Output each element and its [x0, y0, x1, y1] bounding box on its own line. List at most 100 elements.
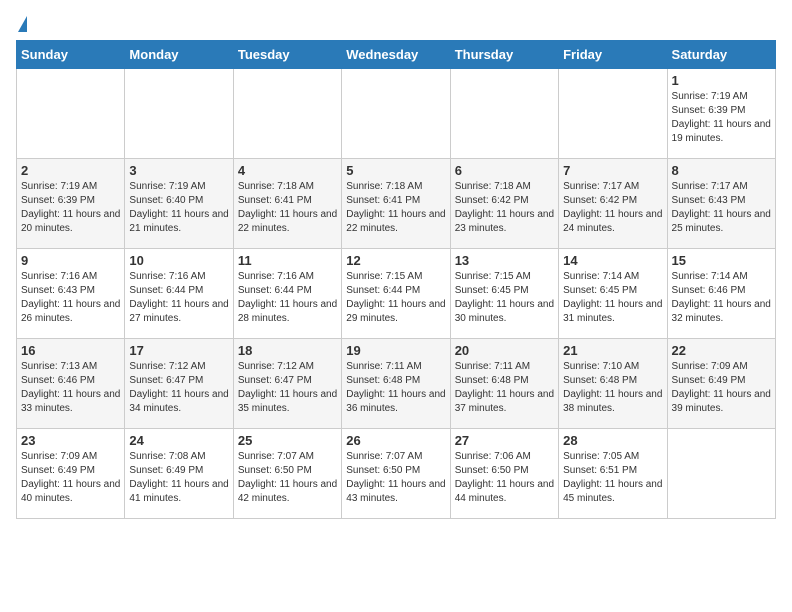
day-number: 8: [672, 163, 771, 178]
day-number: 22: [672, 343, 771, 358]
day-number: 28: [563, 433, 662, 448]
day-info: Sunrise: 7:09 AMSunset: 6:49 PMDaylight:…: [21, 450, 120, 506]
day-info: Sunrise: 7:16 AMSunset: 6:44 PMDaylight:…: [238, 270, 337, 326]
calendar-cell: 10 Sunrise: 7:16 AMSunset: 6:44 PMDayligh…: [125, 249, 233, 339]
calendar-cell: 22 Sunrise: 7:09 AMSunset: 6:49 PMDayligh…: [667, 339, 775, 429]
calendar-cell: 6 Sunrise: 7:18 AMSunset: 6:42 PMDaylight…: [450, 159, 558, 249]
day-info: Sunrise: 7:16 AMSunset: 6:44 PMDaylight:…: [129, 270, 228, 326]
header-day-thursday: Thursday: [450, 41, 558, 69]
calendar-cell: 17Sunrise: 7:12 AMSunset: 6:47 PMDayligh…: [125, 339, 233, 429]
day-info: Sunrise: 7:11 AMSunset: 6:48 PMDaylight:…: [346, 360, 445, 416]
day-number: 9: [21, 253, 120, 268]
calendar-cell: 11 Sunrise: 7:16 AMSunset: 6:44 PMDayligh…: [233, 249, 341, 339]
day-number: 27: [455, 433, 554, 448]
day-number: 18: [238, 343, 337, 358]
day-info: Sunrise: 7:12 AMSunset: 6:47 PMDaylight:…: [129, 360, 228, 416]
day-info: Sunrise: 7:07 AMSunset: 6:50 PMDaylight:…: [238, 450, 337, 506]
day-info: Sunrise: 7:15 AMSunset: 6:44 PMDaylight:…: [346, 270, 445, 326]
calendar-cell: 2Sunrise: 7:19 AMSunset: 6:39 PMDaylight…: [17, 159, 125, 249]
day-info: Sunrise: 7:10 AMSunset: 6:48 PMDaylight:…: [563, 360, 662, 416]
day-info: Sunrise: 7:18 AMSunset: 6:41 PMDaylight:…: [238, 180, 337, 236]
calendar-cell: 1Sunrise: 7:19 AMSunset: 6:39 PMDaylight…: [667, 69, 775, 159]
day-number: 13: [455, 253, 554, 268]
day-info: Sunrise: 7:19 AMSunset: 6:40 PMDaylight:…: [129, 180, 228, 236]
calendar-cell: [233, 69, 341, 159]
day-info: Sunrise: 7:19 AMSunset: 6:39 PMDaylight:…: [672, 90, 771, 146]
day-number: 12: [346, 253, 445, 268]
day-number: 15: [672, 253, 771, 268]
week-row-3: 16 Sunrise: 7:13 AMSunset: 6:46 PMDayligh…: [17, 339, 776, 429]
calendar-cell: 19Sunrise: 7:11 AMSunset: 6:48 PMDayligh…: [342, 339, 450, 429]
day-number: 20: [455, 343, 554, 358]
calendar-cell: 20Sunrise: 7:11 AMSunset: 6:48 PMDayligh…: [450, 339, 558, 429]
calendar-cell: 27 Sunrise: 7:06 AMSunset: 6:50 PMDayligh…: [450, 429, 558, 519]
calendar-cell: [125, 69, 233, 159]
week-row-0: 1Sunrise: 7:19 AMSunset: 6:39 PMDaylight…: [17, 69, 776, 159]
header-day-wednesday: Wednesday: [342, 41, 450, 69]
week-row-2: 9 Sunrise: 7:16 AMSunset: 6:43 PMDaylight…: [17, 249, 776, 339]
calendar-cell: 26 Sunrise: 7:07 AMSunset: 6:50 PMDayligh…: [342, 429, 450, 519]
calendar-cell: 12 Sunrise: 7:15 AMSunset: 6:44 PMDayligh…: [342, 249, 450, 339]
day-number: 10: [129, 253, 228, 268]
day-info: Sunrise: 7:16 AMSunset: 6:43 PMDaylight:…: [21, 270, 120, 326]
day-number: 7: [563, 163, 662, 178]
day-info: Sunrise: 7:18 AMSunset: 6:42 PMDaylight:…: [455, 180, 554, 236]
calendar-cell: [17, 69, 125, 159]
calendar-cell: 16 Sunrise: 7:13 AMSunset: 6:46 PMDayligh…: [17, 339, 125, 429]
day-number: 5: [346, 163, 445, 178]
header-row: SundayMondayTuesdayWednesdayThursdayFrid…: [17, 41, 776, 69]
calendar-cell: 21 Sunrise: 7:10 AMSunset: 6:48 PMDayligh…: [559, 339, 667, 429]
header-day-monday: Monday: [125, 41, 233, 69]
day-info: Sunrise: 7:14 AMSunset: 6:45 PMDaylight:…: [563, 270, 662, 326]
day-number: 24: [129, 433, 228, 448]
calendar-cell: 15 Sunrise: 7:14 AMSunset: 6:46 PMDayligh…: [667, 249, 775, 339]
day-info: Sunrise: 7:06 AMSunset: 6:50 PMDaylight:…: [455, 450, 554, 506]
calendar-cell: 25 Sunrise: 7:07 AMSunset: 6:50 PMDayligh…: [233, 429, 341, 519]
header-day-friday: Friday: [559, 41, 667, 69]
day-number: 14: [563, 253, 662, 268]
calendar-cell: 3 Sunrise: 7:19 AMSunset: 6:40 PMDaylight…: [125, 159, 233, 249]
day-info: Sunrise: 7:05 AMSunset: 6:51 PMDaylight:…: [563, 450, 662, 506]
calendar-cell: 5Sunrise: 7:18 AMSunset: 6:41 PMDaylight…: [342, 159, 450, 249]
calendar-cell: 18 Sunrise: 7:12 AMSunset: 6:47 PMDayligh…: [233, 339, 341, 429]
logo: [16, 16, 27, 32]
week-row-4: 23 Sunrise: 7:09 AMSunset: 6:49 PMDayligh…: [17, 429, 776, 519]
calendar-cell: [450, 69, 558, 159]
day-number: 26: [346, 433, 445, 448]
day-number: 4: [238, 163, 337, 178]
calendar-cell: 7 Sunrise: 7:17 AMSunset: 6:42 PMDaylight…: [559, 159, 667, 249]
day-info: Sunrise: 7:08 AMSunset: 6:49 PMDaylight:…: [129, 450, 228, 506]
calendar-cell: 24 Sunrise: 7:08 AMSunset: 6:49 PMDayligh…: [125, 429, 233, 519]
logo-arrow-icon: [18, 16, 27, 32]
calendar-header: SundayMondayTuesdayWednesdayThursdayFrid…: [17, 41, 776, 69]
day-info: Sunrise: 7:07 AMSunset: 6:50 PMDaylight:…: [346, 450, 445, 506]
day-number: 21: [563, 343, 662, 358]
day-info: Sunrise: 7:17 AMSunset: 6:42 PMDaylight:…: [563, 180, 662, 236]
calendar-body: 1Sunrise: 7:19 AMSunset: 6:39 PMDaylight…: [17, 69, 776, 519]
day-number: 23: [21, 433, 120, 448]
day-number: 25: [238, 433, 337, 448]
day-number: 6: [455, 163, 554, 178]
header: [16, 16, 776, 32]
day-info: Sunrise: 7:12 AMSunset: 6:47 PMDaylight:…: [238, 360, 337, 416]
day-number: 11: [238, 253, 337, 268]
day-info: Sunrise: 7:09 AMSunset: 6:49 PMDaylight:…: [672, 360, 771, 416]
calendar-cell: 23 Sunrise: 7:09 AMSunset: 6:49 PMDayligh…: [17, 429, 125, 519]
day-info: Sunrise: 7:14 AMSunset: 6:46 PMDaylight:…: [672, 270, 771, 326]
day-number: 2: [21, 163, 120, 178]
calendar-cell: 9 Sunrise: 7:16 AMSunset: 6:43 PMDaylight…: [17, 249, 125, 339]
week-row-1: 2Sunrise: 7:19 AMSunset: 6:39 PMDaylight…: [17, 159, 776, 249]
header-day-saturday: Saturday: [667, 41, 775, 69]
calendar-cell: 4 Sunrise: 7:18 AMSunset: 6:41 PMDaylight…: [233, 159, 341, 249]
day-info: Sunrise: 7:15 AMSunset: 6:45 PMDaylight:…: [455, 270, 554, 326]
header-day-tuesday: Tuesday: [233, 41, 341, 69]
day-info: Sunrise: 7:17 AMSunset: 6:43 PMDaylight:…: [672, 180, 771, 236]
calendar-cell: [559, 69, 667, 159]
day-number: 16: [21, 343, 120, 358]
calendar-cell: 8 Sunrise: 7:17 AMSunset: 6:43 PMDaylight…: [667, 159, 775, 249]
day-number: 3: [129, 163, 228, 178]
calendar-table: SundayMondayTuesdayWednesdayThursdayFrid…: [16, 40, 776, 519]
day-info: Sunrise: 7:13 AMSunset: 6:46 PMDaylight:…: [21, 360, 120, 416]
calendar-cell: 28 Sunrise: 7:05 AMSunset: 6:51 PMDayligh…: [559, 429, 667, 519]
calendar-cell: 14 Sunrise: 7:14 AMSunset: 6:45 PMDayligh…: [559, 249, 667, 339]
